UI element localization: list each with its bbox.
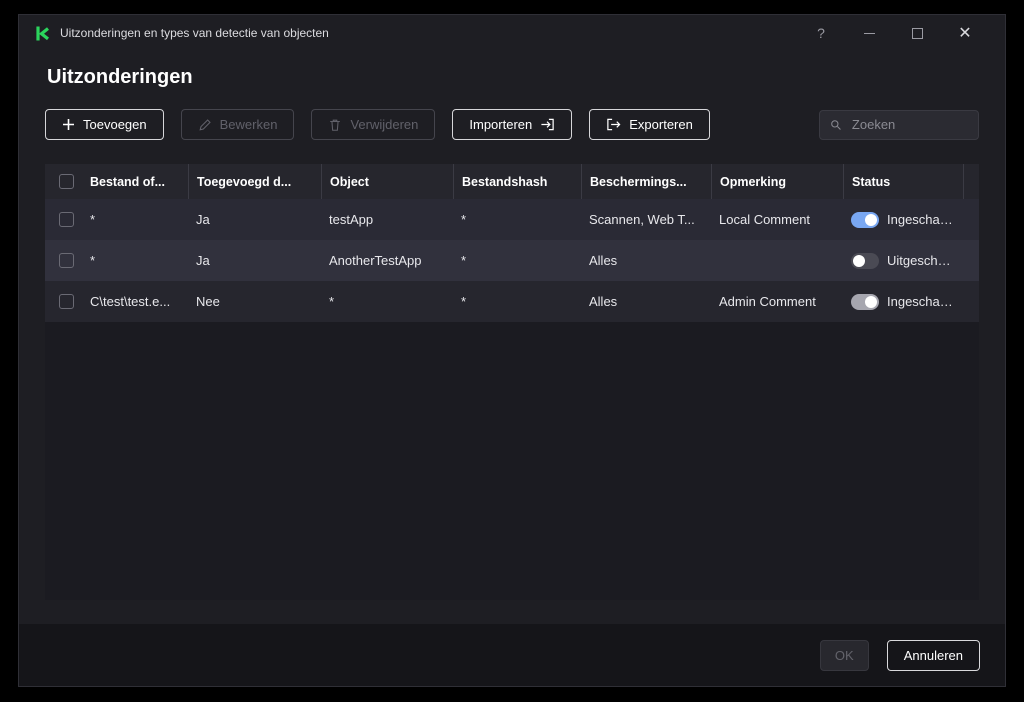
minimize-button[interactable] [845, 18, 893, 48]
search-box [819, 110, 979, 140]
header-protection: Beschermings... [581, 164, 711, 199]
edit-button-label: Bewerken [220, 117, 278, 132]
cell-protection: Scannen, Web T... [581, 212, 711, 227]
cell-protection: Alles [581, 294, 711, 309]
add-button-label: Toevoegen [83, 117, 147, 132]
cell-status: Ingeschak... [843, 294, 963, 310]
content-area: Uitzonderingen Toevoegen Bewerken Verwij… [19, 51, 1005, 624]
table-empty-area [45, 322, 979, 600]
export-button[interactable]: Exporteren [589, 109, 710, 140]
header-hash: Bestandshash [453, 164, 581, 199]
status-label: Ingeschak... [887, 294, 955, 309]
cell-added: Ja [188, 253, 321, 268]
titlebar: Uitzonderingen en types van detectie van… [19, 15, 1005, 51]
header-added: Toegevoegd d... [188, 164, 321, 199]
cell-comment: Admin Comment [711, 294, 843, 309]
ok-button[interactable]: OK [820, 640, 869, 671]
cell-added: Ja [188, 212, 321, 227]
cell-protection: Alles [581, 253, 711, 268]
import-button[interactable]: Importeren [452, 109, 572, 140]
maximize-icon [912, 28, 923, 39]
export-icon [606, 117, 621, 132]
dialog-footer: OK Annuleren [19, 624, 1005, 686]
header-object: Object [321, 164, 453, 199]
status-toggle[interactable] [851, 212, 879, 228]
table-header: Bestand of... Toegevoegd d... Object Bes… [45, 164, 979, 199]
close-button[interactable]: ✕ [941, 18, 989, 48]
window-controls: ? ✕ [797, 18, 989, 48]
import-button-label: Importeren [469, 117, 532, 132]
trash-icon [328, 118, 342, 132]
cell-file: * [82, 253, 188, 268]
kaspersky-logo-icon [35, 25, 50, 42]
cell-added: Nee [188, 294, 321, 309]
search-input[interactable] [850, 116, 968, 133]
row-checkbox[interactable] [59, 212, 74, 227]
row-checkbox[interactable] [59, 294, 74, 309]
cell-comment: Local Comment [711, 212, 843, 227]
delete-button[interactable]: Verwijderen [311, 109, 435, 140]
cell-hash: * [453, 212, 581, 227]
exclusions-table: Bestand of... Toegevoegd d... Object Bes… [45, 164, 979, 600]
header-status: Status [843, 164, 963, 199]
status-toggle[interactable] [851, 253, 879, 269]
cell-status: Ingeschak... [843, 212, 963, 228]
export-button-label: Exporteren [629, 117, 693, 132]
status-label: Uitgeschak... [887, 253, 955, 268]
edit-button[interactable]: Bewerken [181, 109, 295, 140]
cancel-button[interactable]: Annuleren [887, 640, 980, 671]
header-extra [963, 164, 979, 199]
cell-hash: * [453, 253, 581, 268]
page-title: Uitzonderingen [47, 65, 979, 89]
select-all-checkbox[interactable] [59, 174, 74, 189]
cell-object: * [321, 294, 453, 309]
cell-object: AnotherTestApp [321, 253, 453, 268]
status-toggle[interactable] [851, 294, 879, 310]
cell-hash: * [453, 294, 581, 309]
table-row[interactable]: * Ja testApp * Scannen, Web T... Local C… [45, 199, 979, 240]
select-all-cell [45, 174, 82, 189]
window-title: Uitzonderingen en types van detectie van… [60, 26, 329, 40]
cell-status: Uitgeschak... [843, 253, 963, 269]
plus-icon [62, 118, 75, 131]
table-row[interactable]: C\test\test.e... Nee * * Alles Admin Com… [45, 281, 979, 322]
header-comment: Opmerking [711, 164, 843, 199]
help-button[interactable]: ? [797, 18, 845, 48]
app-window: Uitzonderingen en types van detectie van… [18, 14, 1006, 687]
import-icon [540, 117, 555, 132]
header-file: Bestand of... [82, 175, 188, 189]
cell-object: testApp [321, 212, 453, 227]
row-checkbox[interactable] [59, 253, 74, 268]
pencil-icon [198, 118, 212, 132]
delete-button-label: Verwijderen [350, 117, 418, 132]
search-icon [830, 118, 842, 132]
table-row[interactable]: * Ja AnotherTestApp * Alles Uitgeschak..… [45, 240, 979, 281]
maximize-button[interactable] [893, 18, 941, 48]
toolbar: Toevoegen Bewerken Verwijderen Importere… [45, 109, 979, 140]
status-label: Ingeschak... [887, 212, 955, 227]
cell-file: * [82, 212, 188, 227]
add-button[interactable]: Toevoegen [45, 109, 164, 140]
cell-file: C\test\test.e... [82, 294, 188, 309]
minimize-icon [864, 33, 875, 34]
